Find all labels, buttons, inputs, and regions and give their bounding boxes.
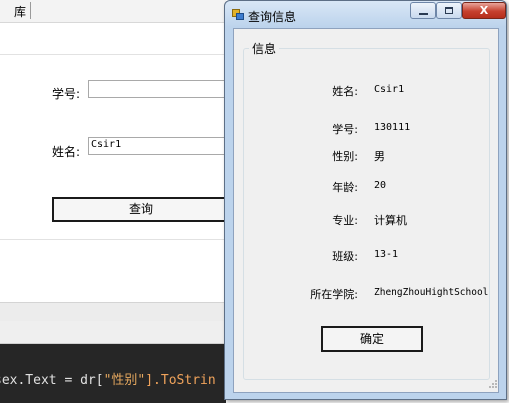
field-value-major: 计算机: [374, 214, 407, 227]
field-value-college: ZhengZhouHightSchool: [374, 287, 489, 298]
main-form-title-fragment: 库: [14, 5, 27, 19]
field-label-age: 年龄:: [332, 181, 358, 194]
dialog-client-area: 信息 姓名: Csir1 学号: 130111 性别: 男 年龄: 20 专业:…: [233, 28, 499, 393]
field-value-student-id: 130111: [374, 122, 411, 133]
maximize-button[interactable]: [436, 2, 462, 19]
field-label-college: 所在学院:: [310, 288, 358, 301]
query-button[interactable]: 查询: [52, 197, 228, 222]
field-label-gender: 性别:: [332, 150, 358, 163]
code-token: ].ToStrin: [145, 373, 216, 388]
field-value-gender: 男: [374, 150, 385, 163]
title-separator: [30, 2, 31, 19]
code-editor-strip: sex.Text = dr["性别"].ToStrin: [0, 344, 226, 403]
code-string-token: "性别": [103, 373, 146, 388]
dialog-frame: 查询信息 X 信息 姓名: Csir1 学号: 130111 性别: 男 年龄:…: [224, 0, 507, 400]
info-group-title: 信息: [249, 40, 280, 57]
field-value-name: Csir1: [374, 84, 405, 95]
panel-strip: [0, 302, 226, 322]
form-divider: [0, 54, 226, 55]
field-value-class: 13-1: [374, 249, 399, 260]
student-id-label: 学号:: [52, 87, 81, 101]
field-label-name: 姓名:: [332, 85, 358, 98]
close-button[interactable]: X: [462, 2, 506, 19]
query-info-dialog: 查询信息 X 信息 姓名: Csir1 学号: 130111 性别: 男 年龄:…: [224, 0, 509, 403]
field-value-age: 20: [374, 180, 387, 191]
dialog-title: 查询信息: [248, 10, 297, 24]
maximize-icon: [445, 7, 453, 14]
field-label-class: 班级:: [332, 250, 358, 263]
form-divider: [0, 239, 226, 240]
ok-button[interactable]: 确定: [321, 326, 423, 352]
main-form-title-bar: 库: [0, 0, 226, 23]
student-id-input[interactable]: [88, 80, 226, 98]
dialog-title-bar[interactable]: 查询信息 X: [225, 1, 506, 27]
panel-strip: [0, 321, 226, 344]
minimize-button[interactable]: [410, 2, 436, 19]
field-label-student-id: 学号:: [332, 123, 358, 136]
name-input[interactable]: Csir1: [88, 137, 226, 155]
name-label: 姓名:: [52, 145, 81, 159]
code-token: sex.Text = dr[: [0, 373, 104, 388]
size-grip-icon[interactable]: [488, 379, 498, 389]
minimize-icon: [419, 13, 428, 15]
code-line: sex.Text = dr["性别"].ToStrin: [0, 369, 216, 388]
field-label-major: 专业:: [332, 214, 358, 227]
app-icon: [232, 9, 244, 20]
close-icon: X: [479, 4, 489, 17]
